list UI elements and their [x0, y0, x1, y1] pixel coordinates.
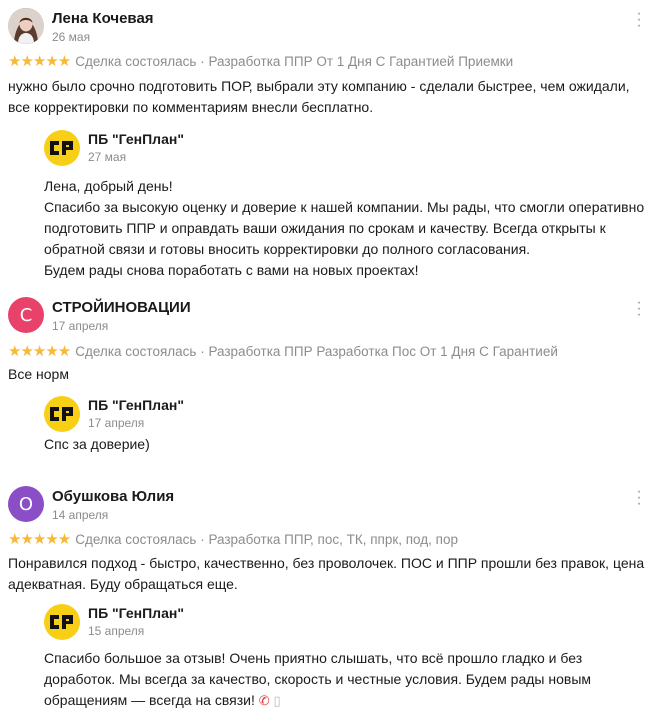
- review-text: Понравился подход - быстро, качественно,…: [8, 555, 645, 592]
- reply-line: Лена, добрый день!: [44, 178, 173, 194]
- rating-stars: ★★★★★: [8, 343, 71, 360]
- review-card: О Обушкова Юлия 14 апреля · · · ★★★★★ Сделк…: [0, 484, 657, 709]
- more-options-icon[interactable]: · · ·: [629, 6, 649, 34]
- reply-line: Спасибо за высокую оценку и доверие к на…: [44, 199, 645, 257]
- review-card: С СТРОЙИНОВАЦИИ 17 апреля · · · ★★★★★ Сделк…: [0, 295, 657, 452]
- company-logo-icon[interactable]: [44, 604, 80, 640]
- reply-author[interactable]: ПБ "ГенПлан": [88, 397, 184, 413]
- review-meta: ★★★★★ Сделка состоялась · Разработка ППР,…: [8, 530, 458, 548]
- avatar[interactable]: О: [8, 486, 44, 522]
- avatar[interactable]: [8, 8, 44, 44]
- review-deal-info: Сделка состоялась · Разработка ППР От 1 …: [75, 54, 514, 69]
- reply-text: Спс за доверие): [44, 434, 652, 455]
- avatar[interactable]: С: [8, 297, 44, 333]
- company-logo-icon[interactable]: [44, 130, 80, 166]
- review-deal-info: Сделка состоялась · Разработка ППР, пос,…: [75, 532, 458, 547]
- reply-text: Лена, добрый день! Спасибо за высокую оц…: [44, 176, 652, 281]
- phone-icon: ✆: [258, 694, 270, 709]
- reply-line: Будем рады снова поработать с вами на но…: [44, 262, 419, 278]
- review-date: 26 мая: [52, 30, 91, 44]
- review-author[interactable]: СТРОЙИНОВАЦИИ: [52, 299, 191, 316]
- reply-author[interactable]: ПБ "ГенПлан": [88, 131, 184, 147]
- review-author[interactable]: Обушкова Юлия: [52, 488, 174, 505]
- rating-stars: ★★★★★: [8, 531, 71, 548]
- reply-line: Спс за доверие): [44, 436, 150, 452]
- review-deal-info: Сделка состоялась · Разработка ППР Разра…: [75, 344, 558, 359]
- rating-stars: ★★★★★: [8, 53, 71, 70]
- reply-date: 17 апреля: [88, 416, 145, 430]
- review-meta: ★★★★★ Сделка состоялась · Разработка ППР …: [8, 342, 558, 360]
- company-logo-icon[interactable]: [44, 396, 80, 432]
- document-icon: ▯: [273, 694, 281, 709]
- user-photo-icon: [8, 8, 44, 44]
- review-text: нужно было срочно подготовить ПОР, выбра…: [8, 78, 630, 115]
- review-text: Все норм: [8, 366, 69, 382]
- more-options-icon[interactable]: · · ·: [629, 295, 649, 323]
- reply-author[interactable]: ПБ "ГенПлан": [88, 605, 184, 621]
- more-options-icon[interactable]: · · ·: [629, 484, 649, 512]
- review-card: Лена Кочевая 26 мая · · · ★★★★★ Сделка сост…: [0, 6, 657, 278]
- review-meta: ★★★★★ Сделка состоялась · Разработка ППР …: [8, 52, 513, 70]
- reply-date: 27 мая: [88, 150, 127, 164]
- reply-line: Спасибо большое за отзыв! Очень приятно …: [44, 650, 592, 708]
- review-date: 14 апреля: [52, 508, 109, 522]
- reply-date: 15 апреля: [88, 624, 145, 638]
- review-date: 17 апреля: [52, 319, 109, 333]
- reply-text: Спасибо большое за отзыв! Очень приятно …: [44, 648, 652, 712]
- review-author[interactable]: Лена Кочевая: [52, 10, 154, 27]
